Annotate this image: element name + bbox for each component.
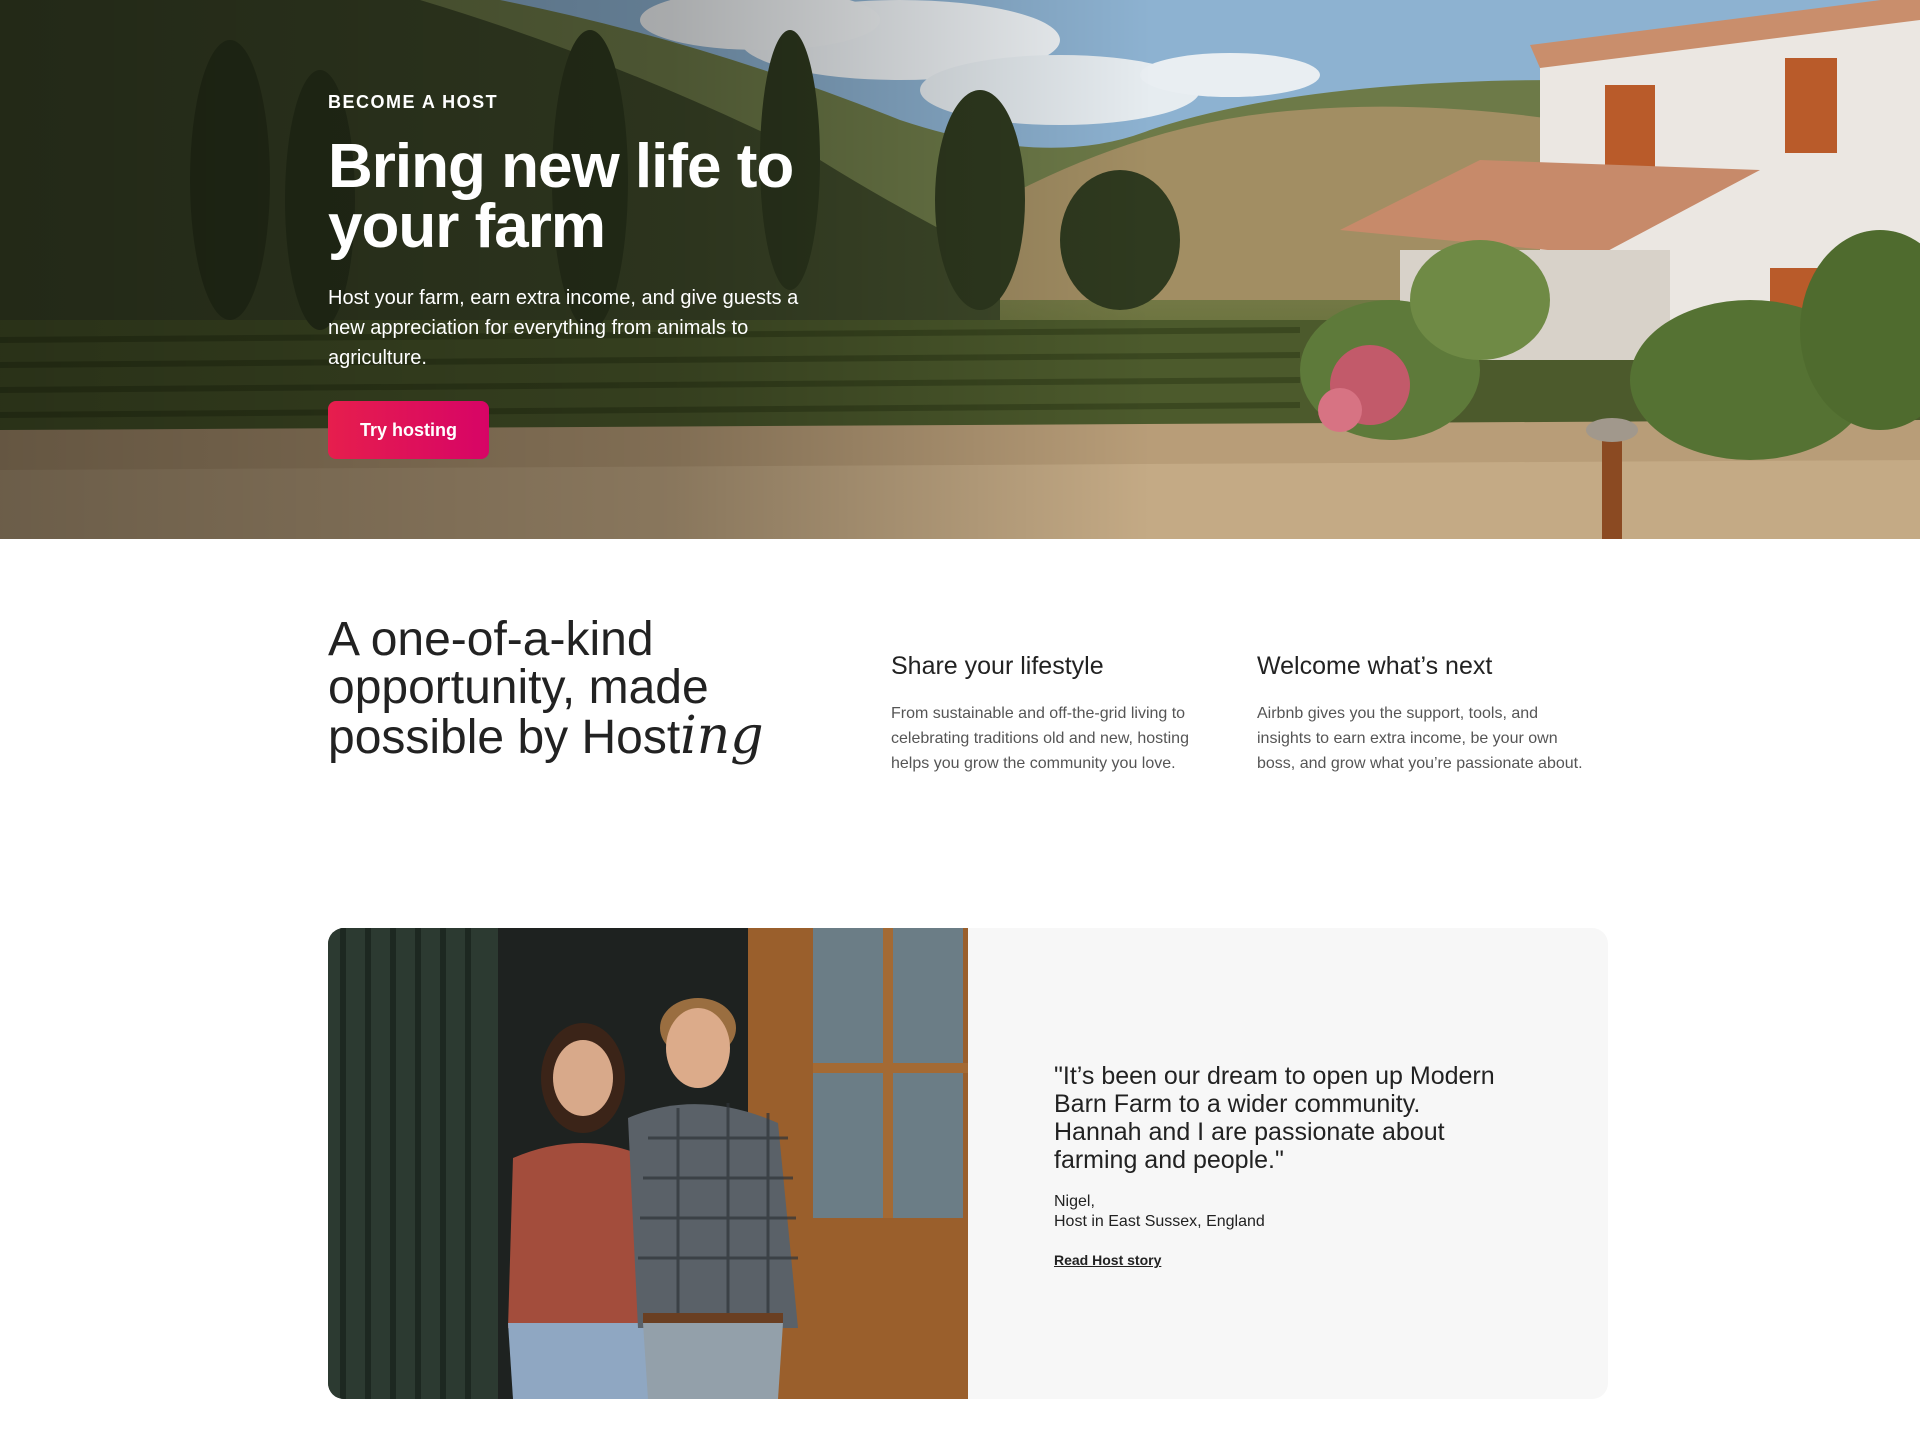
intro-heading: A one-of-a-kind opportunity, made possib… (328, 613, 768, 764)
hero-title: Bring new life to your farm (328, 132, 794, 261)
hero-section: BECOME A HOST Bring new life to your far… (0, 0, 1920, 539)
hero-eyebrow: BECOME A HOST (328, 92, 499, 112)
feature-share-lifestyle: Share your lifestyle From sustainable an… (891, 652, 1221, 776)
feature-body: Airbnb gives you the support, tools, and… (1257, 705, 1583, 772)
host-couple-photo (328, 928, 968, 1399)
hero-content: BECOME A HOST Bring new life to your far… (328, 92, 848, 459)
feature-title: Welcome what’s next (1257, 652, 1493, 680)
host-quote: "It’s been our dream to open up Modern B… (1054, 1062, 1495, 1174)
try-hosting-button[interactable]: Try hosting (328, 401, 490, 459)
host-author-location: Host in East Sussex, England (1054, 1213, 1265, 1230)
hero-overlay (0, 0, 1920, 539)
intro-heading-script: ing (680, 706, 764, 766)
feature-title: Share your lifestyle (891, 652, 1104, 680)
host-author-name: Nigel, (1054, 1193, 1095, 1210)
intro-heading-main: A one-of-a-kind opportunity, made possib… (328, 613, 709, 764)
feature-welcome-next: Welcome what’s next Airbnb gives you the… (1257, 652, 1587, 776)
host-story-card: "It’s been our dream to open up Modern B… (328, 928, 1608, 1399)
hero-subtitle: Host your farm, earn extra income, and g… (328, 287, 799, 369)
host-story-text: "It’s been our dream to open up Modern B… (1054, 1062, 1514, 1270)
feature-body: From sustainable and off-the-grid living… (891, 705, 1189, 772)
read-host-story-link[interactable]: Read Host story (1054, 1252, 1161, 1268)
